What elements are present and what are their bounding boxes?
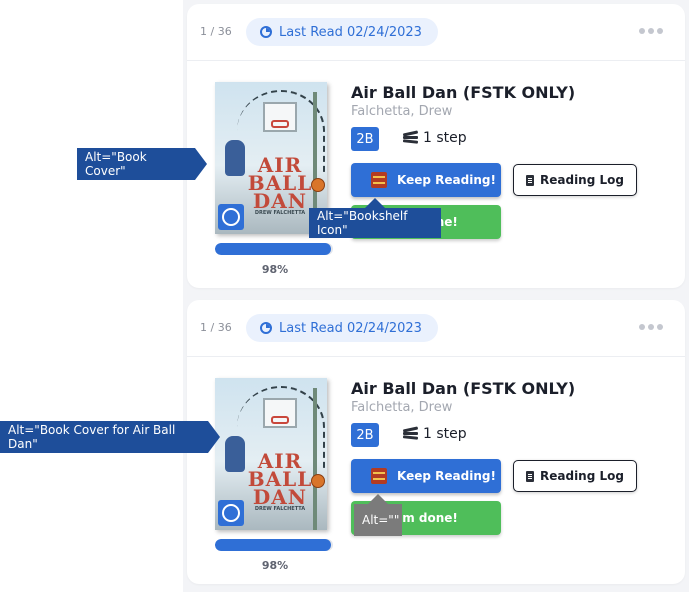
alt-annotation-empty: Alt="" [354, 494, 402, 536]
reading-progress-bar [215, 539, 333, 551]
progress-percent: 98% [261, 559, 289, 572]
reading-progress-bar [215, 243, 333, 255]
document-icon [526, 174, 534, 186]
cover-title: AIR BALL DAN [247, 153, 313, 213]
reading-log-button[interactable]: Reading Log [513, 164, 637, 196]
progress-fill [215, 243, 331, 255]
cover-title: AIR BALL DAN [247, 449, 313, 509]
book-author: Falchetta, Drew [351, 104, 453, 119]
steps-label: 1 step [423, 130, 467, 146]
last-read-badge: Last Read 02/24/2023 [246, 314, 438, 342]
done-label: I'm done! [394, 511, 458, 525]
more-options-icon[interactable] [639, 324, 663, 330]
alt-annotation-book-cover: Alt="Book Cover" [77, 148, 207, 180]
book-title[interactable]: Air Ball Dan (FSTK ONLY) [351, 83, 575, 102]
keep-reading-label: Keep Reading! [397, 469, 496, 483]
reading-level-badge: 2B [351, 423, 379, 447]
alt-annotation-book-cover-air-ball-dan: Alt="Book Cover for Air Ball Dan" [0, 421, 220, 453]
book-title[interactable]: Air Ball Dan (FSTK ONLY) [351, 379, 575, 398]
audio-badge-icon [218, 204, 244, 230]
reading-level-badge: 2B [351, 127, 379, 151]
reading-log-label: Reading Log [540, 469, 624, 483]
audio-badge-icon [218, 500, 244, 526]
card-header: 1 / 36 Last Read 02/24/2023 [187, 4, 685, 60]
book-author: Falchetta, Drew [351, 400, 453, 415]
alt-annotation-bookshelf-icon: Alt="Bookshelf Icon" [309, 198, 441, 238]
reading-log-label: Reading Log [540, 173, 624, 187]
book-card: 1 / 36 Last Read 02/24/2023 AIR BALL DAN… [187, 300, 685, 584]
last-read-badge: Last Read 02/24/2023 [246, 18, 438, 46]
book-counter: 1 / 36 [200, 321, 232, 334]
book-counter: 1 / 36 [200, 25, 232, 38]
cover-author: DREW FALCHETTA [254, 210, 306, 216]
history-icon [260, 26, 272, 38]
reading-log-button[interactable]: Reading Log [513, 460, 637, 492]
last-read-label: Last Read 02/24/2023 [279, 320, 422, 336]
keep-reading-button[interactable]: Keep Reading! [351, 163, 501, 197]
book-cover[interactable]: AIR BALL DAN DREW FALCHETTA [215, 378, 327, 530]
last-read-label: Last Read 02/24/2023 [279, 24, 422, 40]
bookshelf-icon [371, 468, 387, 484]
card-divider [187, 356, 685, 357]
document-icon [526, 470, 534, 482]
steps-info: 1 step [402, 426, 467, 442]
progress-percent: 98% [261, 263, 289, 276]
card-divider [187, 60, 685, 61]
steps-info: 1 step [402, 130, 467, 146]
books-stack-icon [402, 426, 419, 441]
progress-fill [215, 539, 331, 551]
keep-reading-button[interactable]: Keep Reading! [351, 459, 501, 493]
bookshelf-icon [371, 172, 387, 188]
book-card: 1 / 36 Last Read 02/24/2023 AIR BALL DAN… [187, 4, 685, 288]
history-icon [260, 322, 272, 334]
steps-label: 1 step [423, 426, 467, 442]
card-header: 1 / 36 Last Read 02/24/2023 [187, 300, 685, 356]
more-options-icon[interactable] [639, 28, 663, 34]
keep-reading-label: Keep Reading! [397, 173, 496, 187]
cover-author: DREW FALCHETTA [254, 506, 306, 512]
books-stack-icon [402, 130, 419, 145]
